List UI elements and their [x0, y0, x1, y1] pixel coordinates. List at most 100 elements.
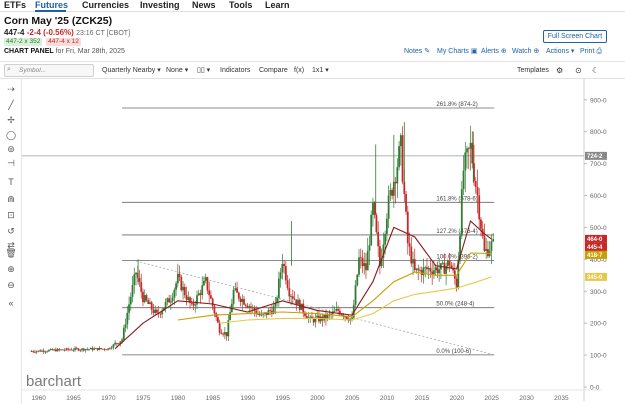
magnet-icon[interactable]: ⋒: [5, 193, 17, 205]
candle: [297, 294, 299, 305]
undo-icon[interactable]: ↺: [5, 225, 17, 237]
trash-icon[interactable]: 🗑: [5, 247, 17, 259]
y-tick-label: 800-0: [590, 129, 607, 136]
candle: [65, 347, 68, 351]
fullscreen-chart-button[interactable]: Full Screen Chart: [543, 30, 607, 43]
candle-body: [469, 142, 472, 149]
quote-time: 23:16 CT [CBOT]: [76, 30, 131, 37]
candle-body: [93, 348, 96, 350]
candle-body: [337, 309, 340, 311]
candle: [487, 240, 489, 259]
pointer-icon[interactable]: ✢: [5, 114, 17, 126]
candle: [307, 312, 310, 324]
fx-button[interactable]: f(x): [294, 66, 304, 76]
candle: [396, 158, 399, 198]
candle: [171, 292, 174, 304]
templates-button[interactable]: Templates: [517, 66, 549, 76]
candle: [82, 347, 85, 352]
candle: [349, 318, 352, 325]
notes-button[interactable]: Notes ✎: [404, 47, 430, 56]
alert-icon: ⊕: [500, 48, 507, 55]
candle: [149, 298, 151, 305]
nav-tab-news[interactable]: News: [192, 0, 216, 10]
candle: [51, 348, 54, 351]
candle: [356, 273, 359, 287]
candle: [405, 191, 407, 215]
shapes-icon[interactable]: ◯: [5, 129, 17, 141]
candle: [230, 298, 233, 313]
chevron-down-icon: ▾: [570, 48, 575, 55]
compare-none-label: None: [166, 67, 183, 74]
nav-tab-learn[interactable]: Learn: [265, 0, 290, 10]
page-title: Corn May '25 (ZCK25): [4, 15, 113, 27]
candle-body: [462, 170, 465, 190]
candle: [142, 288, 144, 307]
nav-tab-currencies[interactable]: Currencies: [82, 0, 129, 10]
candle-body: [107, 348, 110, 350]
candle-body: [168, 298, 171, 303]
chart-type-select[interactable]: ▯▯ ▾: [197, 66, 210, 76]
actions-menu[interactable]: Actions ▾: [546, 47, 574, 56]
candle-body: [46, 351, 49, 353]
candle: [232, 286, 235, 307]
nav-tab-investing[interactable]: Investing: [140, 0, 180, 10]
candle-body: [30, 351, 33, 353]
candle-body: [297, 299, 299, 305]
candle-body: [250, 306, 252, 308]
candle: [293, 291, 296, 301]
watch-button[interactable]: Watch ⊕: [512, 47, 539, 56]
candle: [286, 274, 289, 291]
candle-body: [72, 349, 75, 351]
line-tool-icon[interactable]: ╱: [5, 99, 17, 111]
nav-tab-futures[interactable]: Futures: [35, 0, 68, 10]
candle: [143, 289, 146, 304]
candle-body: [100, 348, 103, 349]
candle-body: [281, 263, 284, 273]
compare-select[interactable]: None ▾: [166, 66, 188, 76]
candle: [288, 278, 291, 303]
candle: [201, 276, 204, 300]
collapse-icon[interactable]: «: [5, 297, 17, 309]
compare-button[interactable]: Compare: [259, 66, 288, 76]
indicators-button[interactable]: Indicators: [220, 66, 250, 76]
candle: [210, 290, 212, 299]
lock-icon[interactable]: ⊡: [5, 209, 17, 221]
my-charts-button[interactable]: My Charts ▣: [437, 47, 477, 56]
print-button[interactable]: Print ⎙: [580, 47, 602, 56]
candle-body: [243, 298, 245, 305]
candle: [394, 177, 397, 204]
dark-mode-icon[interactable]: ☾: [592, 66, 599, 76]
text-tool-icon[interactable]: T: [5, 176, 17, 188]
candle-body: [77, 348, 80, 351]
quote-line: 447-4 -2-4 (-0.56%) 23:16 CT [CBOT]: [4, 28, 130, 37]
measure-icon[interactable]: ⊣: [5, 157, 17, 169]
candle: [464, 141, 467, 193]
gear-icon[interactable]: ⚙: [556, 66, 563, 76]
zoom-out-icon[interactable]: ⊖: [5, 279, 17, 291]
candle: [185, 286, 188, 306]
candle-body: [79, 349, 82, 351]
candle-body: [365, 263, 367, 271]
aspect-select[interactable]: 1x1 ▾: [312, 66, 329, 76]
period-select[interactable]: Quarterly Nearby ▾: [102, 66, 161, 76]
crosshair-icon[interactable]: ⇢: [5, 83, 17, 95]
symbol-search-input[interactable]: Symbol...: [4, 64, 94, 77]
x-tick-label: 2030: [519, 395, 534, 402]
reset-icon[interactable]: ⊙: [575, 66, 582, 76]
nav-tab-tools[interactable]: Tools: [229, 0, 252, 10]
candle-body: [60, 349, 63, 351]
zoom-in-icon[interactable]: ⊕: [5, 263, 17, 275]
alerts-button[interactable]: Alerts ⊕: [481, 47, 507, 56]
fibonacci-icon[interactable]: ⊚: [5, 143, 17, 155]
candle: [335, 301, 338, 312]
candle-body: [74, 348, 76, 350]
candle: [39, 348, 42, 352]
x-tick-label: 1990: [241, 395, 256, 402]
fib-label: 127.2% (476-4): [436, 229, 477, 235]
candle-body: [135, 272, 137, 275]
price-chart[interactable]: 261.8% (874-2) 161.8% (578-6) 127.2% (476-…: [22, 79, 625, 404]
candle: [140, 273, 143, 299]
candle-body: [236, 288, 238, 293]
nav-tab-etfs[interactable]: ETFs: [4, 0, 26, 10]
ask-badge: 447-4 x 12: [46, 38, 81, 46]
